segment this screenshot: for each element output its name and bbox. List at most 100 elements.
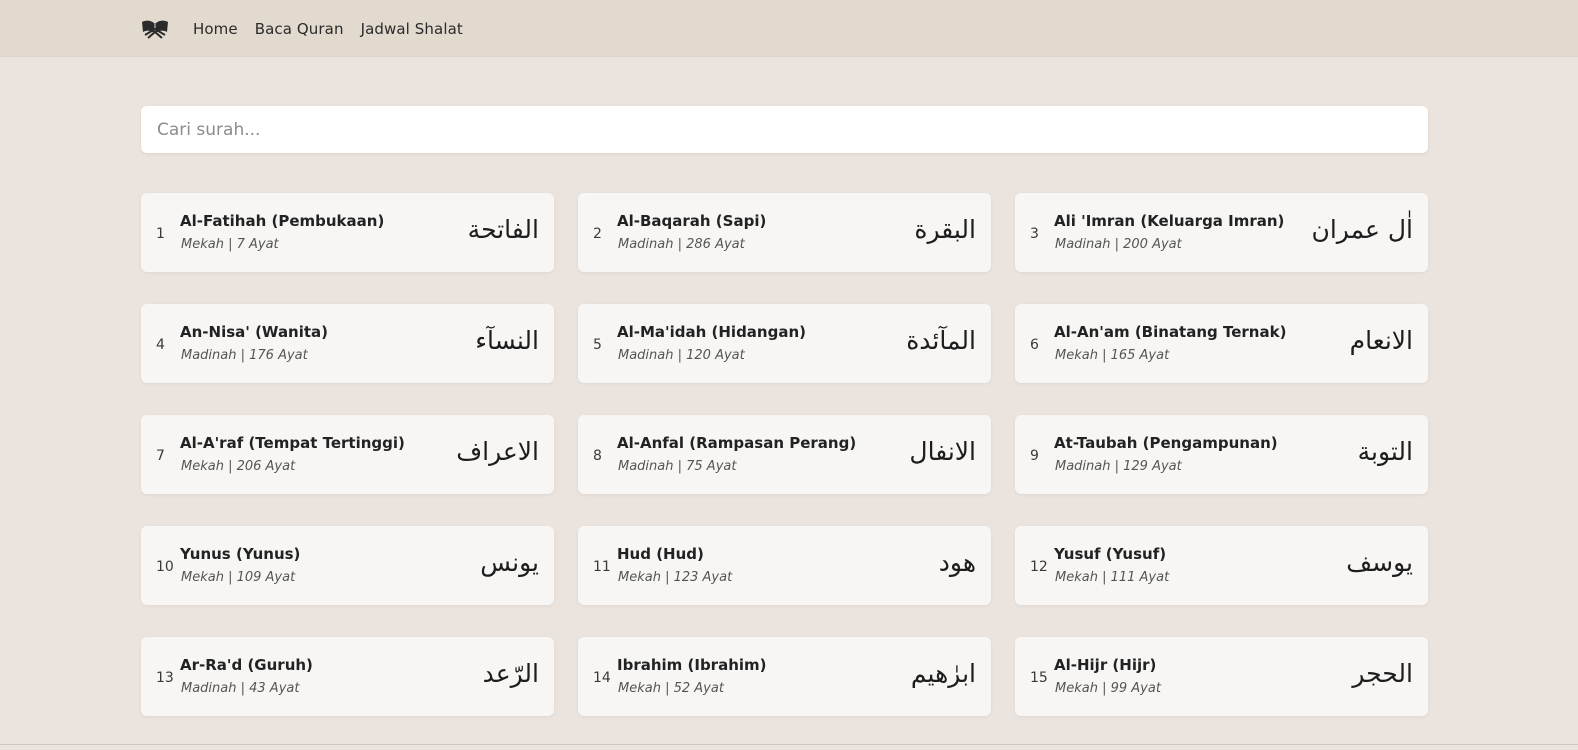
- surah-name: Al-Hijr (Hijr): [1054, 656, 1157, 674]
- surah-meta: Mekah | 123 Ayat: [618, 570, 733, 585]
- surah-name: Al-A'raf (Tempat Tertinggi): [180, 434, 405, 452]
- surah-name: Hud (Hud): [617, 545, 704, 563]
- surah-meta: Madinah | 120 Ayat: [618, 348, 745, 363]
- surah-arabic-name: البقرة: [914, 215, 976, 244]
- surah-number: 1: [156, 225, 165, 242]
- surah-arabic-name: ابرٰهيم: [910, 659, 976, 688]
- surah-info: Ali 'Imran (Keluarga Imran) Madinah | 20…: [1054, 212, 1311, 252]
- surah-arabic-name: هود: [938, 548, 976, 577]
- surah-meta: Mekah | 111 Ayat: [1055, 570, 1170, 585]
- surah-meta: Mekah | 165 Ayat: [1055, 348, 1170, 363]
- surah-card[interactable]: 1 Al-Fatihah (Pembukaan) Mekah | 7 Ayat …: [141, 193, 554, 272]
- surah-info: An-Nisa' (Wanita) Madinah | 176 Ayat: [180, 323, 475, 363]
- surah-info: Hud (Hud) Mekah | 123 Ayat: [617, 545, 939, 585]
- surah-arabic-name: الانعام: [1349, 326, 1413, 355]
- surah-grid: 1 Al-Fatihah (Pembukaan) Mekah | 7 Ayat …: [141, 193, 1428, 716]
- surah-card[interactable]: 11 Hud (Hud) Mekah | 123 Ayat هود: [578, 526, 991, 605]
- surah-info: Yunus (Yunus) Mekah | 109 Ayat: [180, 545, 480, 585]
- surah-arabic-name: النسآء: [475, 326, 539, 355]
- surah-info: Al-Anfal (Rampasan Perang) Madinah | 75 …: [617, 434, 909, 474]
- surah-number: 4: [156, 336, 165, 353]
- surah-arabic-name: يوسف: [1346, 548, 1413, 577]
- surah-card[interactable]: 2 Al-Baqarah (Sapi) Madinah | 286 Ayat ا…: [578, 193, 991, 272]
- surah-number: 7: [156, 447, 165, 464]
- surah-number: 3: [1030, 225, 1039, 242]
- surah-meta: Madinah | 176 Ayat: [181, 348, 308, 363]
- surah-arabic-name: المآئدة: [906, 326, 976, 355]
- surah-meta: Mekah | 206 Ayat: [181, 459, 296, 474]
- surah-info: Al-Baqarah (Sapi) Madinah | 286 Ayat: [617, 212, 914, 252]
- surah-number: 8: [593, 447, 602, 464]
- surah-info: At-Taubah (Pengampunan) Madinah | 129 Ay…: [1054, 434, 1358, 474]
- nav-link-home[interactable]: Home: [193, 20, 238, 38]
- surah-name: Yusuf (Yusuf): [1054, 545, 1167, 563]
- surah-number: 11: [593, 558, 611, 575]
- nav-inner: Home Baca Quran Jadwal Shalat: [141, 0, 480, 57]
- surah-name: An-Nisa' (Wanita): [180, 323, 329, 341]
- surah-card[interactable]: 12 Yusuf (Yusuf) Mekah | 111 Ayat يوسف: [1015, 526, 1428, 605]
- navbar: Home Baca Quran Jadwal Shalat: [0, 0, 1578, 57]
- surah-card[interactable]: 13 Ar-Ra'd (Guruh) Madinah | 43 Ayat الر…: [141, 637, 554, 716]
- surah-name: Al-Anfal (Rampasan Perang): [617, 434, 857, 452]
- surah-card[interactable]: 3 Ali 'Imran (Keluarga Imran) Madinah | …: [1015, 193, 1428, 272]
- surah-card[interactable]: 10 Yunus (Yunus) Mekah | 109 Ayat يونس: [141, 526, 554, 605]
- surah-name: Al-Ma'idah (Hidangan): [617, 323, 807, 341]
- surah-info: Ar-Ra'd (Guruh) Madinah | 43 Ayat: [180, 656, 483, 696]
- surah-name: Al-An'am (Binatang Ternak): [1054, 323, 1287, 341]
- surah-meta: Mekah | 52 Ayat: [618, 681, 724, 696]
- surah-arabic-name: الرّعد: [482, 659, 539, 688]
- surah-info: Yusuf (Yusuf) Mekah | 111 Ayat: [1054, 545, 1346, 585]
- surah-meta: Mekah | 99 Ayat: [1055, 681, 1161, 696]
- surah-info: Al-Fatihah (Pembukaan) Mekah | 7 Ayat: [180, 212, 468, 252]
- surah-number: 10: [156, 558, 174, 575]
- surah-meta: Mekah | 7 Ayat: [181, 237, 279, 252]
- surah-card[interactable]: 7 Al-A'raf (Tempat Tertinggi) Mekah | 20…: [141, 415, 554, 494]
- surah-info: Al-Ma'idah (Hidangan) Madinah | 120 Ayat: [617, 323, 906, 363]
- surah-card[interactable]: 14 Ibrahim (Ibrahim) Mekah | 52 Ayat ابر…: [578, 637, 991, 716]
- surah-card[interactable]: 8 Al-Anfal (Rampasan Perang) Madinah | 7…: [578, 415, 991, 494]
- search-input[interactable]: [141, 106, 1428, 153]
- surah-arabic-name: الانفال: [909, 437, 976, 466]
- surah-card[interactable]: 4 An-Nisa' (Wanita) Madinah | 176 Ayat ا…: [141, 304, 554, 383]
- surah-number: 9: [1030, 447, 1039, 464]
- surah-name: Yunus (Yunus): [180, 545, 301, 563]
- surah-meta: Madinah | 43 Ayat: [181, 681, 300, 696]
- surah-arabic-name: الاعراف: [456, 437, 539, 466]
- surah-name: At-Taubah (Pengampunan): [1054, 434, 1278, 452]
- nav-link-jadwal-shalat[interactable]: Jadwal Shalat: [361, 20, 463, 38]
- surah-meta: Madinah | 286 Ayat: [618, 237, 745, 252]
- quran-book-icon[interactable]: [141, 18, 169, 40]
- surah-arabic-name: اٰل عمران: [1311, 215, 1413, 244]
- search-container: [141, 106, 1428, 153]
- surah-meta: Madinah | 200 Ayat: [1055, 237, 1182, 252]
- page-bottom-divider: [0, 744, 1578, 745]
- surah-number: 5: [593, 336, 602, 353]
- surah-name: Ali 'Imran (Keluarga Imran): [1054, 212, 1285, 230]
- surah-card[interactable]: 6 Al-An'am (Binatang Ternak) Mekah | 165…: [1015, 304, 1428, 383]
- surah-name: Ar-Ra'd (Guruh): [180, 656, 313, 674]
- surah-number: 12: [1030, 558, 1048, 575]
- surah-arabic-name: التوبة: [1357, 437, 1413, 466]
- surah-card[interactable]: 15 Al-Hijr (Hijr) Mekah | 99 Ayat الحجر: [1015, 637, 1428, 716]
- surah-name: Al-Baqarah (Sapi): [617, 212, 767, 230]
- surah-number: 14: [593, 669, 611, 686]
- surah-name: Ibrahim (Ibrahim): [617, 656, 767, 674]
- surah-arabic-name: الفاتحة: [467, 215, 539, 244]
- surah-meta: Madinah | 75 Ayat: [618, 459, 737, 474]
- surah-info: Al-Hijr (Hijr) Mekah | 99 Ayat: [1054, 656, 1352, 696]
- surah-number: 6: [1030, 336, 1039, 353]
- surah-name: Al-Fatihah (Pembukaan): [180, 212, 385, 230]
- surah-card[interactable]: 5 Al-Ma'idah (Hidangan) Madinah | 120 Ay…: [578, 304, 991, 383]
- surah-meta: Madinah | 129 Ayat: [1055, 459, 1182, 474]
- surah-info: Ibrahim (Ibrahim) Mekah | 52 Ayat: [617, 656, 911, 696]
- surah-number: 15: [1030, 669, 1048, 686]
- surah-info: Al-An'am (Binatang Ternak) Mekah | 165 A…: [1054, 323, 1350, 363]
- surah-meta: Mekah | 109 Ayat: [181, 570, 296, 585]
- surah-card[interactable]: 9 At-Taubah (Pengampunan) Madinah | 129 …: [1015, 415, 1428, 494]
- surah-info: Al-A'raf (Tempat Tertinggi) Mekah | 206 …: [180, 434, 456, 474]
- nav-link-baca-quran[interactable]: Baca Quran: [255, 20, 344, 38]
- surah-number: 2: [593, 225, 602, 242]
- surah-number: 13: [156, 669, 174, 686]
- surah-arabic-name: يونس: [480, 548, 539, 577]
- surah-arabic-name: الحجر: [1352, 659, 1413, 688]
